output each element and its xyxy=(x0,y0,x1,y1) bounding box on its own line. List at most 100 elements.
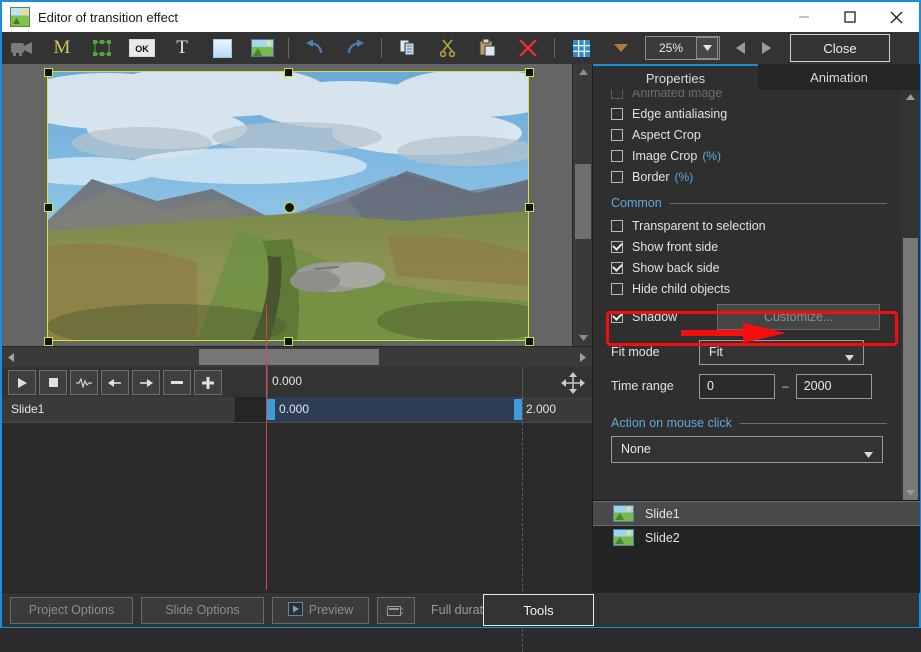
timeline-track-row[interactable]: Slide1 0.000 2.000 xyxy=(2,397,592,423)
resize-handle-mr[interactable] xyxy=(525,203,534,212)
shadow-checkbox[interactable] xyxy=(611,310,623,323)
preview-button[interactable]: Preview xyxy=(272,596,369,624)
checkbox-row-aspect-crop[interactable]: Aspect Crop xyxy=(593,124,901,145)
move-handle-icon[interactable] xyxy=(560,372,586,394)
redo-icon[interactable] xyxy=(335,33,375,63)
tab-animation[interactable]: Animation xyxy=(758,64,920,90)
grid-dropdown-icon[interactable] xyxy=(601,33,641,63)
list-item-slide2[interactable]: Slide2 xyxy=(593,526,920,549)
waveform-icon[interactable] xyxy=(70,370,98,395)
text-tool-icon[interactable]: T xyxy=(162,33,202,63)
checkbox-row-show-front-side[interactable]: Show front side xyxy=(593,236,901,257)
video-camera-icon[interactable] xyxy=(2,33,42,63)
resize-handle-ml[interactable] xyxy=(44,203,53,212)
canvas-vertical-scrollbar[interactable] xyxy=(572,64,593,346)
transparent-to-selection-checkbox[interactable] xyxy=(611,219,623,232)
checkbox-row-hide-child-objects[interactable]: Hide child objects xyxy=(593,278,901,299)
image-tool-icon[interactable] xyxy=(242,33,282,63)
action-on-click-select[interactable]: None xyxy=(611,435,883,463)
zoom-level-combobox[interactable]: 25% xyxy=(645,36,720,60)
resize-handle-tr[interactable] xyxy=(525,68,534,77)
toolbar-separator-2 xyxy=(381,38,382,58)
previous-button[interactable] xyxy=(728,35,754,61)
time-range-separator: – xyxy=(782,379,789,393)
paste-icon[interactable] xyxy=(468,33,508,63)
checkbox-row-animated-image[interactable]: Animated image xyxy=(593,90,901,103)
close-editor-button[interactable]: Close xyxy=(790,34,890,62)
horizontal-scroll-thumb[interactable] xyxy=(199,349,379,365)
stop-button[interactable] xyxy=(39,370,67,395)
transparent-to-selection-label: Transparent to selection xyxy=(632,218,766,233)
slide-options-button[interactable]: Slide Options xyxy=(141,596,264,624)
zoom-in-button[interactable] xyxy=(194,370,222,395)
image-crop-checkbox[interactable] xyxy=(611,149,623,162)
pivot-point-handle[interactable] xyxy=(284,202,295,213)
checkbox-row-image-crop[interactable]: Image Crop (%) xyxy=(593,145,901,166)
hide-child-objects-checkbox[interactable] xyxy=(611,282,623,295)
animated-image-checkbox[interactable] xyxy=(611,90,623,99)
toolbar-separator-1 xyxy=(288,38,289,58)
tools-button[interactable]: Tools xyxy=(483,594,594,626)
slide-thumbnail-icon xyxy=(613,505,634,522)
properties-vertical-scrollbar[interactable] xyxy=(901,90,920,500)
checkbox-row-show-back-side[interactable]: Show back side xyxy=(593,257,901,278)
group-title-action: Action on mouse click xyxy=(611,416,732,430)
grid-icon[interactable] xyxy=(561,33,601,63)
timeline-playhead[interactable] xyxy=(266,305,267,590)
show-back-side-checkbox[interactable] xyxy=(611,261,623,274)
canvas-horizontal-scrollbar[interactable] xyxy=(2,346,592,367)
show-front-side-label: Show front side xyxy=(632,239,719,254)
close-button[interactable] xyxy=(873,2,919,32)
mask-m-icon[interactable]: M xyxy=(42,33,82,63)
show-back-side-label: Show back side xyxy=(632,260,720,275)
edge-antialiasing-checkbox[interactable] xyxy=(611,107,623,120)
frame-select-icon[interactable] xyxy=(82,33,122,63)
checkbox-row-edge-antialiasing[interactable]: Edge antialiasing xyxy=(593,103,901,124)
cut-icon[interactable] xyxy=(428,33,468,63)
scroll-down-icon[interactable] xyxy=(573,330,593,346)
shadow-label: Shadow xyxy=(632,309,678,324)
play-button[interactable] xyxy=(8,370,36,395)
tab-properties[interactable]: Properties xyxy=(593,64,758,90)
chevron-down-icon[interactable] xyxy=(696,37,718,59)
scroll-left-icon[interactable] xyxy=(2,347,20,367)
time-range-to-input[interactable]: 2000 xyxy=(795,373,872,399)
preview-canvas[interactable] xyxy=(2,64,572,346)
list-item-slide1[interactable]: Slide1 xyxy=(593,501,920,526)
maximize-button[interactable] xyxy=(827,2,873,32)
resize-handle-tc[interactable] xyxy=(284,68,293,77)
timeline-clip[interactable]: 0.000 xyxy=(267,397,522,422)
prev-keyframe-button[interactable] xyxy=(101,370,129,395)
properties-scroll-thumb[interactable] xyxy=(903,238,918,500)
border-checkbox[interactable] xyxy=(611,170,623,183)
folder-icon[interactable] xyxy=(377,596,415,624)
scroll-up-icon[interactable] xyxy=(901,90,920,104)
ok-button-icon[interactable]: OK xyxy=(122,33,162,63)
minimize-button[interactable] xyxy=(781,2,827,32)
rectangle-tool-icon[interactable] xyxy=(202,33,242,63)
next-keyframe-button[interactable] xyxy=(132,370,160,395)
next-button[interactable] xyxy=(754,35,780,61)
project-options-button[interactable]: Project Options xyxy=(10,596,133,624)
resize-handle-bc[interactable] xyxy=(284,337,293,346)
resize-handle-bl[interactable] xyxy=(44,337,53,346)
slide-list[interactable]: Slide1 Slide2 xyxy=(593,500,920,593)
clip-end-handle[interactable] xyxy=(514,399,522,420)
zoom-out-button[interactable] xyxy=(163,370,191,395)
clip-start-handle[interactable] xyxy=(267,399,275,420)
vertical-scroll-thumb[interactable] xyxy=(575,164,591,239)
undo-icon[interactable] xyxy=(295,33,335,63)
scroll-down-icon[interactable] xyxy=(901,486,920,500)
checkbox-row-border[interactable]: Border (%) xyxy=(593,166,901,187)
timeline-current-time: 0.000 xyxy=(272,374,303,388)
delete-icon[interactable] xyxy=(508,33,548,63)
aspect-crop-checkbox[interactable] xyxy=(611,128,623,141)
scroll-up-icon[interactable] xyxy=(573,64,593,80)
show-front-side-checkbox[interactable] xyxy=(611,240,623,253)
scroll-right-icon[interactable] xyxy=(574,347,592,367)
copy-icon[interactable] xyxy=(388,33,428,63)
resize-handle-tl[interactable] xyxy=(44,68,53,77)
resize-handle-br[interactable] xyxy=(525,337,534,346)
checkbox-row-transparent-to-selection[interactable]: Transparent to selection xyxy=(593,215,901,236)
time-range-from-input[interactable]: 0 xyxy=(699,373,775,399)
